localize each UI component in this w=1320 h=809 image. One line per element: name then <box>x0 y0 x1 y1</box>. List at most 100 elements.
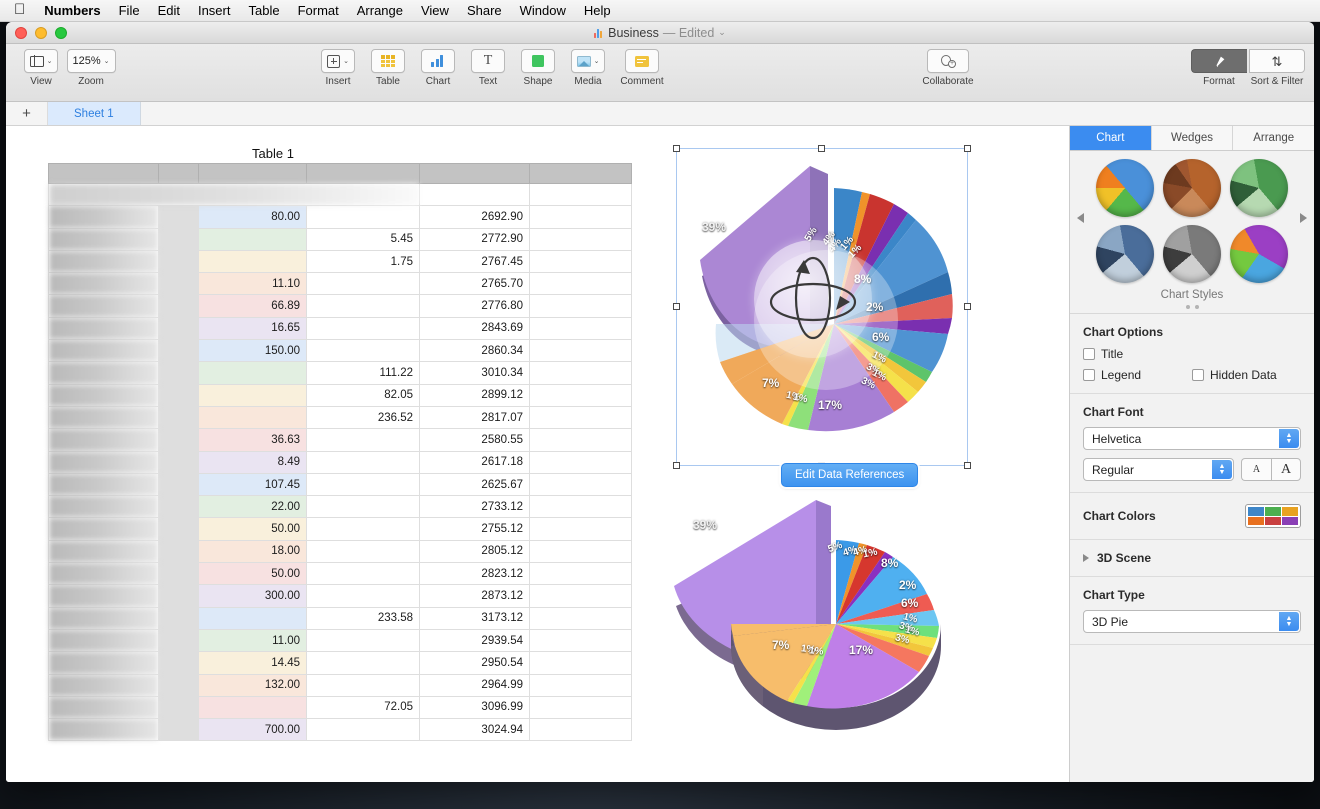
cell-trailing[interactable] <box>530 563 632 585</box>
table-row[interactable]: 11.002939.54 <box>49 629 632 651</box>
cell-trailing[interactable] <box>530 607 632 629</box>
chart-tool[interactable]: Chart <box>414 49 462 87</box>
format-tool[interactable]: Format <box>1191 49 1247 87</box>
cell-trailing[interactable] <box>530 674 632 696</box>
table-row[interactable]: 11.102765.70 <box>49 273 632 295</box>
chart-title-option[interactable]: Title <box>1083 347 1301 361</box>
cell-trailing[interactable] <box>530 652 632 674</box>
table-row[interactable]: 72.053096.99 <box>49 696 632 718</box>
row-gutter-cell[interactable] <box>159 429 199 451</box>
row-gutter-cell[interactable] <box>159 362 199 384</box>
table-row[interactable]: 50.002823.12 <box>49 563 632 585</box>
font-family-stepper-icon[interactable]: ▲▼ <box>1279 429 1299 448</box>
cell-alt-amount[interactable] <box>307 317 420 339</box>
table-row[interactable]: 236.522817.07 <box>49 406 632 428</box>
row-gutter-cell[interactable] <box>159 696 199 718</box>
cell-alt-amount[interactable] <box>307 585 420 607</box>
cell-trailing[interactable] <box>530 496 632 518</box>
table-row[interactable]: 5.452772.90 <box>49 228 632 250</box>
cell-trailing[interactable] <box>530 295 632 317</box>
row-gutter-cell[interactable] <box>159 674 199 696</box>
cell-trailing[interactable] <box>530 540 632 562</box>
cell-alt-amount[interactable] <box>307 496 420 518</box>
cell-amount[interactable]: 16.65 <box>199 317 307 339</box>
menu-table[interactable]: Table <box>239 3 288 18</box>
decrease-font-size-button[interactable]: A <box>1241 458 1271 481</box>
cell-trailing[interactable] <box>530 406 632 428</box>
document-title[interactable]: Business — Edited ⌄ <box>6 26 1314 40</box>
menu-arrange[interactable]: Arrange <box>348 3 412 18</box>
cell-total[interactable]: 2776.80 <box>420 295 530 317</box>
cell-trailing[interactable] <box>530 317 632 339</box>
hidden-data-checkbox[interactable] <box>1192 369 1204 381</box>
edit-data-references-button[interactable]: Edit Data References <box>781 463 918 487</box>
row-gutter-cell[interactable] <box>159 340 199 362</box>
cell-total[interactable]: 2692.90 <box>420 206 530 228</box>
table-row[interactable]: 80.002692.90 <box>49 206 632 228</box>
font-weight-stepper-icon[interactable]: ▲▼ <box>1212 460 1232 479</box>
table-row[interactable]: 107.452625.67 <box>49 473 632 495</box>
cell-amount[interactable] <box>199 607 307 629</box>
menu-view[interactable]: View <box>412 3 458 18</box>
table-row[interactable]: 14.452950.54 <box>49 652 632 674</box>
format-button[interactable] <box>1191 49 1247 73</box>
chart-3d-pie-selected[interactable]: 39% 5% 4% 4% 1% 1% 8% 2% 6% 1% 3% 1% 3% … <box>676 148 968 466</box>
cell-alt-amount[interactable]: 72.05 <box>307 696 420 718</box>
legend-checkbox[interactable] <box>1083 369 1095 381</box>
cell-amount[interactable]: 66.89 <box>199 295 307 317</box>
row-gutter-cell[interactable] <box>159 451 199 473</box>
text-button[interactable]: T <box>471 49 505 73</box>
chart-style-blue-steel[interactable] <box>1096 225 1154 283</box>
table-row[interactable]: 82.052899.12 <box>49 384 632 406</box>
row-gutter-cell[interactable] <box>159 607 199 629</box>
cell-total[interactable]: 2950.54 <box>420 652 530 674</box>
table-row[interactable]: 700.003024.94 <box>49 719 632 741</box>
chart-legend-option[interactable]: Legend <box>1083 368 1192 382</box>
row-gutter-cell[interactable] <box>159 473 199 495</box>
cell-amount[interactable] <box>199 362 307 384</box>
resize-handle-top-middle[interactable] <box>818 145 825 152</box>
apple-menu-icon[interactable]:  <box>8 2 35 19</box>
row-gutter-cell[interactable] <box>159 384 199 406</box>
cell-total[interactable]: 2843.69 <box>420 317 530 339</box>
table-row[interactable]: 111.223010.34 <box>49 362 632 384</box>
chart-style-green[interactable] <box>1230 159 1288 217</box>
insert-button[interactable]: ⌄ <box>321 49 355 73</box>
cell-trailing[interactable] <box>530 340 632 362</box>
cell-alt-amount[interactable] <box>307 295 420 317</box>
cell-trailing[interactable] <box>530 629 632 651</box>
col-header-5[interactable] <box>530 164 632 184</box>
cell-alt-amount[interactable]: 5.45 <box>307 228 420 250</box>
cell-amount[interactable]: 11.00 <box>199 629 307 651</box>
chevron-down-icon[interactable]: ⌄ <box>718 27 726 38</box>
cell-trailing[interactable] <box>530 228 632 250</box>
cell-total[interactable]: 2860.34 <box>420 340 530 362</box>
table-row[interactable]: 16.65 2843.69 <box>49 317 632 339</box>
row-gutter-cell[interactable] <box>159 585 199 607</box>
media-button[interactable]: ⌄ <box>571 49 606 73</box>
sheet-tab-sheet-1[interactable]: Sheet 1 <box>48 102 141 125</box>
row-gutter-cell[interactable] <box>159 295 199 317</box>
cell-alt-amount[interactable] <box>307 273 420 295</box>
cell-alt-amount[interactable]: 233.58 <box>307 607 420 629</box>
styles-next-arrow-icon[interactable] <box>1300 213 1307 223</box>
menu-format[interactable]: Format <box>289 3 348 18</box>
table-row[interactable]: 1.752767.45 <box>49 250 632 272</box>
cell-trailing[interactable] <box>530 250 632 272</box>
data-table[interactable]: 80.002692.905.452772.901.752767.4511.102… <box>48 163 632 741</box>
cell-amount[interactable] <box>199 384 307 406</box>
table-row[interactable]: 8.492617.18 <box>49 451 632 473</box>
col-header-2[interactable] <box>199 164 307 184</box>
cell-total[interactable]: 2805.12 <box>420 540 530 562</box>
row-gutter-cell[interactable] <box>159 629 199 651</box>
empty-cell[interactable] <box>530 184 632 206</box>
col-header-1[interactable] <box>159 164 199 184</box>
menu-help[interactable]: Help <box>575 3 620 18</box>
tab-chart[interactable]: Chart <box>1070 126 1152 150</box>
comment-tool[interactable]: Comment <box>614 49 670 87</box>
cell-trailing[interactable] <box>530 696 632 718</box>
chart-styles-page-dots[interactable] <box>1070 305 1314 309</box>
chart-style-purple-orange[interactable] <box>1230 225 1288 283</box>
table-button[interactable] <box>371 49 405 73</box>
col-header-3[interactable] <box>307 164 420 184</box>
